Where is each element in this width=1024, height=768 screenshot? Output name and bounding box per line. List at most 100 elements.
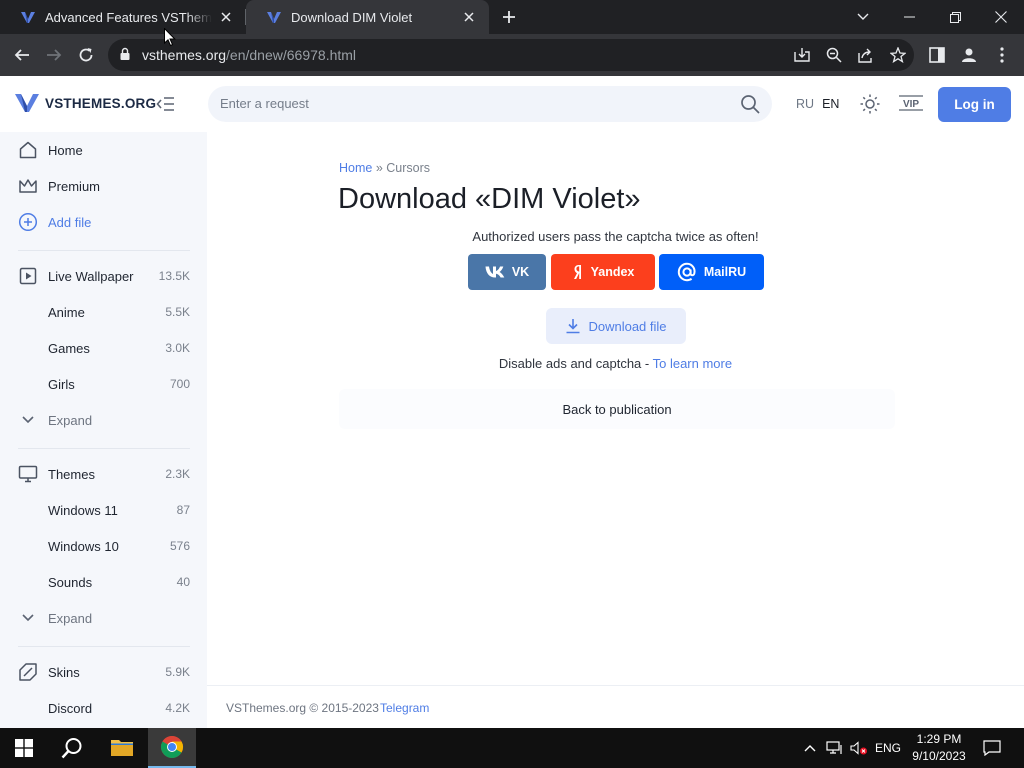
vsthemes-favicon-icon <box>20 9 36 25</box>
sidebar-item-label: Expand <box>48 611 93 626</box>
share-icon[interactable] <box>856 45 876 65</box>
chrome-taskbar-button[interactable] <box>148 728 196 768</box>
plus-circle-icon <box>18 212 38 232</box>
chrome-menu-button[interactable] <box>988 41 1016 69</box>
download-file-button[interactable]: Download file <box>546 308 686 344</box>
page-title: Download «DIM Violet» <box>338 183 641 215</box>
reload-button[interactable] <box>72 41 100 69</box>
zoom-out-icon[interactable] <box>824 45 844 65</box>
start-button[interactable] <box>0 728 48 768</box>
sidebar-item-discord[interactable]: Discord 4.2K <box>0 690 207 726</box>
side-panel-button[interactable] <box>923 41 951 69</box>
sidebar-item-home[interactable]: Home <box>0 132 207 168</box>
lang-en-link[interactable]: EN <box>822 97 839 111</box>
arrow-left-icon <box>14 49 29 61</box>
sidebar-item-themes[interactable]: Themes 2.3K <box>0 456 207 492</box>
volume-tray-button[interactable] <box>848 728 870 768</box>
address-bar[interactable]: vsthemes.org/en/dnew/66978.html <box>108 39 914 71</box>
vsthemes-logo-icon <box>15 94 39 112</box>
show-hidden-icons-button[interactable] <box>800 728 820 768</box>
sidebar-item-skins[interactable]: Skins 5.9K <box>0 654 207 690</box>
tab-search-button[interactable] <box>840 0 886 34</box>
close-window-button[interactable] <box>978 0 1024 34</box>
sidebar-item-label: Add file <box>48 215 92 230</box>
sidebar-item-premium[interactable]: Premium <box>0 168 207 204</box>
search-input[interactable]: Enter a request <box>208 86 772 122</box>
vip-link[interactable]: VIP <box>898 94 924 112</box>
login-button[interactable]: Log in <box>938 87 1011 122</box>
browser-tab-download-dim-violet[interactable]: Download DIM Violet <box>246 0 489 34</box>
restore-button[interactable] <box>932 0 978 34</box>
site-header: VSTHEMES.ORG Enter a request RU EN VIP <box>0 76 1024 132</box>
url-text[interactable]: vsthemes.org/en/dnew/66978.html <box>142 47 356 63</box>
sidebar-item-live-wallpaper[interactable]: Live Wallpaper 13.5K <box>0 258 207 294</box>
lock-icon[interactable] <box>119 47 131 61</box>
sidebar-item-windows-10[interactable]: Windows 10 576 <box>0 528 207 564</box>
network-icon <box>826 741 842 754</box>
minimize-button[interactable] <box>886 0 932 34</box>
sidebar-item-sounds[interactable]: Sounds 40 <box>0 564 207 600</box>
file-explorer-button[interactable] <box>98 728 146 768</box>
sidebar-expand-themes[interactable]: Expand <box>0 600 207 636</box>
back-button[interactable] <box>8 41 36 69</box>
theme-toggle-sun-icon[interactable] <box>860 94 880 114</box>
yandex-login-button[interactable]: Yandex <box>551 254 655 290</box>
mailru-login-button[interactable]: MailRU <box>659 254 764 290</box>
back-to-publication-button[interactable]: Back to publication <box>339 389 895 429</box>
footer-telegram-link[interactable]: Telegram <box>380 701 429 715</box>
footer-copyright: VSThemes.org © 2015-2023 <box>226 701 379 715</box>
breadcrumb-home-link[interactable]: Home <box>339 161 372 175</box>
chevron-down-icon <box>18 410 38 430</box>
sidebar-item-games[interactable]: Games 3.0K <box>0 330 207 366</box>
yandex-label: Yandex <box>590 265 635 279</box>
windows-taskbar: ENG 1:29 PM 9/10/2023 <box>0 728 1024 768</box>
vk-login-button[interactable]: VK <box>468 254 546 290</box>
language-switcher: RU EN <box>786 90 850 118</box>
install-app-icon[interactable] <box>792 45 812 65</box>
sidebar-item-anime[interactable]: Anime 5.5K <box>0 294 207 330</box>
disable-ads-label: Disable ads and captcha - <box>498 356 653 371</box>
windows-logo-icon <box>15 739 33 757</box>
sidebar-divider <box>18 448 190 449</box>
side-panel-icon <box>929 47 945 63</box>
taskbar-clock[interactable]: 1:29 PM 9/10/2023 <box>906 731 972 765</box>
sidebar-item-count: 4.2K <box>165 701 190 715</box>
sidebar-expand-wallpaper[interactable]: Expand <box>0 402 207 438</box>
breadcrumb-current[interactable]: Cursors <box>386 161 430 175</box>
sidebar-item-girls[interactable]: Girls 700 <box>0 366 207 402</box>
sidebar-item-label: Sounds <box>48 575 93 590</box>
home-icon <box>18 140 38 160</box>
logo-text: VSTHEMES.ORG <box>45 95 157 111</box>
sidebar-item-windows-11[interactable]: Windows 11 87 <box>0 492 207 528</box>
input-language-indicator[interactable]: ENG <box>872 728 904 768</box>
mailru-label: MailRU <box>703 265 747 279</box>
sidebar-collapse-button[interactable] <box>156 94 176 114</box>
tab-title: Download DIM Violet <box>291 9 413 25</box>
lang-ru-link[interactable]: RU <box>796 97 814 111</box>
close-tab-icon[interactable] <box>218 9 234 25</box>
mailru-at-icon <box>677 262 697 282</box>
taskbar-search-button[interactable] <box>48 728 96 768</box>
browser-tab-advanced-features[interactable]: Advanced Features VSThemes.org <box>0 0 246 34</box>
arrow-right-icon <box>47 49 62 61</box>
learn-more-link[interactable]: To learn more <box>653 356 732 371</box>
sidebar-item-label: Premium <box>48 179 101 194</box>
notification-icon <box>983 740 1001 756</box>
sidebar-divider <box>18 646 190 647</box>
bookmark-star-icon[interactable] <box>888 45 908 65</box>
profile-button[interactable] <box>955 41 983 69</box>
sidebar-item-count: 576 <box>169 539 190 553</box>
sidebar-item-add-file[interactable]: Add file <box>0 204 207 240</box>
search-icon <box>61 738 82 759</box>
close-tab-icon[interactable] <box>461 9 477 25</box>
action-center-button[interactable] <box>976 728 1008 768</box>
search-icon[interactable] <box>740 94 760 114</box>
skins-window-icon <box>18 662 38 682</box>
site-logo[interactable]: VSTHEMES.ORG <box>15 93 156 113</box>
chevron-up-icon <box>804 745 816 752</box>
forward-button[interactable] <box>40 41 68 69</box>
new-tab-button[interactable] <box>499 7 519 27</box>
network-tray-button[interactable] <box>824 728 846 768</box>
sidebar-item-count: 700 <box>169 377 190 391</box>
sidebar-item-label: Anime <box>48 305 85 320</box>
